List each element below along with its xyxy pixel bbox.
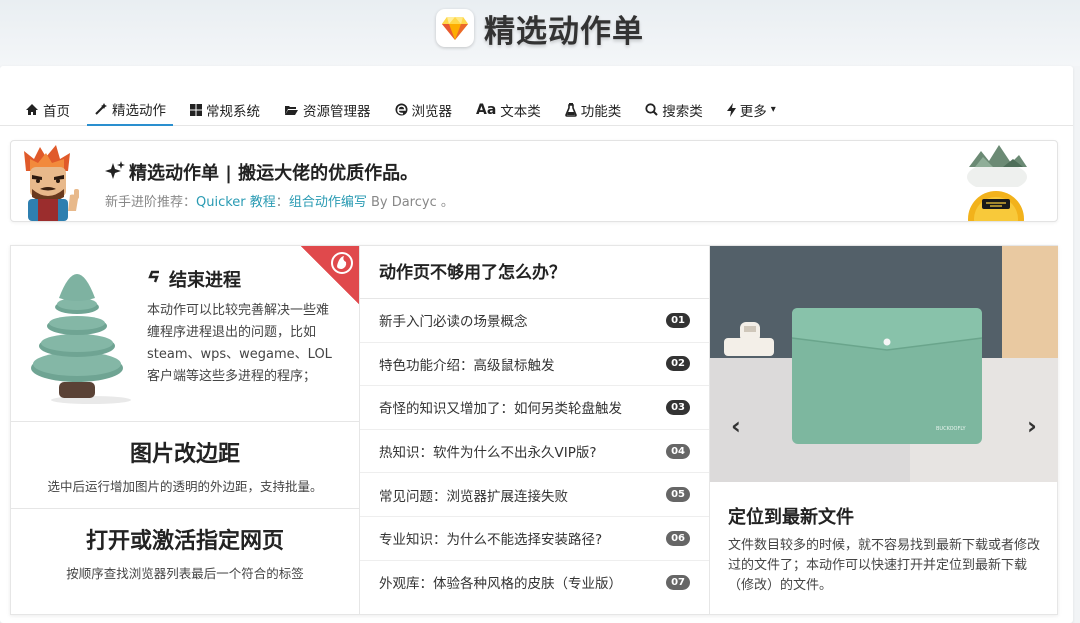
nav-search-label: 搜索类 bbox=[662, 103, 703, 120]
nav-function[interactable]: 功能类 bbox=[558, 94, 629, 125]
nav-system-label: 常规系统 bbox=[206, 103, 260, 120]
nav-more-label: 更多 bbox=[739, 103, 767, 120]
faq-item-number: 01 bbox=[666, 312, 690, 328]
faq-item-number: 03 bbox=[666, 399, 690, 415]
nav-explorer[interactable]: 资源管理器 bbox=[277, 94, 378, 125]
quicker-tutorial-link[interactable]: Quicker 教程 bbox=[196, 195, 276, 210]
faq-title: 动作页不够用了怎么办？ bbox=[360, 246, 709, 299]
envelope-brand-text: BUCKOOFLY bbox=[936, 426, 966, 432]
nav-text[interactable]: Aa 文本类 bbox=[469, 94, 548, 125]
faq-item-label: 常见问题：浏览器扩展连接失败 bbox=[379, 488, 568, 505]
image-padding-title: 图片改边距 bbox=[129, 442, 240, 467]
site-header: 精选动作单 bbox=[0, 6, 1080, 50]
banner-title-text: 精选动作单 | 搬运大佬的优质作品。 bbox=[129, 163, 419, 184]
main-panel: 首页 精选动作 常规系统 资源管理器 浏览器 Aa 文本类 功能类 搜索类 更多… bbox=[0, 66, 1073, 623]
flask-icon bbox=[564, 102, 577, 117]
faq-item[interactable]: 专业知识：为什么不能选择安装路径? 06 bbox=[360, 517, 709, 561]
faq-item-label: 奇怪的知识又增加了：如何另类轮盘触发 bbox=[379, 401, 622, 418]
card-end-process[interactable]: 结束进程 本动作可以比较完善解决一些难缠程序进程退出的问题，比如steam、wp… bbox=[11, 246, 359, 422]
nav-explorer-label: 资源管理器 bbox=[303, 103, 371, 120]
faq-item[interactable]: 热知识：软件为什么不出永久VIP版? 04 bbox=[360, 430, 709, 474]
nav-home[interactable]: 首页 bbox=[18, 94, 77, 125]
card-open-webpage[interactable]: 打开或激活指定网页 按顺序查找浏览器列表最后一个符合的标签 bbox=[11, 509, 359, 614]
faq-item-label: 热知识：软件为什么不出永久VIP版? bbox=[379, 445, 597, 462]
nav-home-label: 首页 bbox=[43, 103, 70, 120]
nav-browser-label: 浏览器 bbox=[411, 103, 453, 120]
nav-browser[interactable]: 浏览器 bbox=[388, 94, 460, 125]
banner-subtitle: 新手进阶推荐：Quicker 教程：组合动作编写 By Darcyc 。 bbox=[105, 191, 454, 210]
folder-open-icon bbox=[284, 104, 299, 116]
faq-item-label: 专业知识：为什么不能选择安装路径? bbox=[379, 532, 603, 549]
featured-cards: 结束进程 本动作可以比较完善解决一些难缠程序进程退出的问题，比如steam、wp… bbox=[10, 245, 1058, 615]
category-nav: 首页 精选动作 常规系统 资源管理器 浏览器 Aa 文本类 功能类 搜索类 更多… bbox=[0, 94, 1073, 126]
carousel-slide-image[interactable]: BUCKOOFLY bbox=[710, 246, 1058, 482]
slide-title: 定位到最新文件 bbox=[728, 507, 854, 528]
nav-system[interactable]: 常规系统 bbox=[183, 94, 267, 125]
nav-featured-actions[interactable]: 精选动作 bbox=[87, 94, 173, 126]
card-image-padding[interactable]: 图片改边距 选中后运行增加图片的透明的外边距，支持批量。 bbox=[11, 422, 359, 509]
tree-illustration bbox=[31, 258, 131, 404]
open-webpage-desc: 按顺序查找浏览器列表最后一个符合的标签 bbox=[66, 566, 304, 581]
nav-function-label: 功能类 bbox=[580, 103, 622, 120]
faq-column: 动作页不够用了怎么办？ 新手入门必读の场景概念 01 特色功能介绍：高级鼠标触发… bbox=[360, 246, 710, 614]
bolt-icon bbox=[726, 102, 736, 117]
scissors-s-icon bbox=[147, 269, 163, 290]
faq-item-number: 06 bbox=[666, 530, 690, 546]
faq-item-label: 特色功能介绍：高级鼠标触发 bbox=[379, 357, 555, 374]
caret-down-icon: ▾ bbox=[770, 104, 776, 115]
nav-more-dropdown[interactable]: 更多 ▾ bbox=[720, 94, 783, 125]
faq-item-number: 05 bbox=[666, 487, 690, 503]
faq-item-number: 07 bbox=[666, 574, 690, 590]
banner-sub-colon: ： bbox=[275, 195, 289, 210]
intro-banner: 精选动作单 | 搬运大佬的优质作品。 新手进阶推荐：Quicker 教程：组合动… bbox=[10, 140, 1058, 222]
windows-icon bbox=[190, 103, 202, 116]
nav-text-label: 文本类 bbox=[500, 103, 541, 120]
banner-sub-suffix: By Darcyc 。 bbox=[366, 195, 454, 210]
compose-action-link[interactable]: 组合动作编写 bbox=[289, 195, 367, 210]
mountain-illustration bbox=[967, 143, 1027, 191]
magic-wand-icon bbox=[94, 102, 108, 116]
avatar-mascot bbox=[16, 145, 86, 221]
nav-search[interactable]: 搜索类 bbox=[638, 94, 710, 125]
left-column: 结束进程 本动作可以比较完善解决一些难缠程序进程退出的问题，比如steam、wp… bbox=[11, 246, 360, 614]
faq-item-number: 02 bbox=[666, 356, 690, 372]
fire-icon bbox=[330, 251, 354, 279]
search-icon bbox=[645, 103, 659, 116]
site-title: 精选动作单 bbox=[484, 13, 644, 50]
image-padding-desc: 选中后运行增加图片的透明的外边距，支持批量。 bbox=[47, 479, 323, 494]
carousel-column: BUCKOOFLY ‹ › 定位到最新文件 文件数目较多的时候，就不容易找到最新… bbox=[710, 246, 1058, 614]
faq-item-label: 新手入门必读の场景概念 bbox=[379, 314, 528, 331]
banner-sub-prefix: 新手进阶推荐： bbox=[105, 195, 197, 210]
faq-item-label: 外观库：体验各种风格的皮肤（专业版） bbox=[379, 576, 622, 593]
edge-icon bbox=[395, 103, 408, 116]
end-process-title-text: 结束进程 bbox=[169, 270, 241, 291]
slide-desc: 文件数目较多的时候，就不容易找到最新下载或者修改过的文件了；本动作可以快速打开并… bbox=[728, 538, 1041, 593]
end-process-title: 结束进程 bbox=[147, 266, 241, 292]
open-webpage-title: 打开或激活指定网页 bbox=[85, 529, 284, 554]
nav-featured-label: 精选动作 bbox=[112, 103, 166, 119]
faq-item[interactable]: 常见问题：浏览器扩展连接失败 05 bbox=[360, 473, 709, 517]
chevron-right-icon[interactable]: › bbox=[1022, 412, 1042, 440]
sketch-diamond-icon bbox=[436, 9, 474, 47]
faq-item[interactable]: 特色功能介绍：高级鼠标触发 02 bbox=[360, 343, 709, 387]
sparkles-icon bbox=[105, 160, 125, 184]
end-process-desc: 本动作可以比较完善解决一些难缠程序进程退出的问题，比如steam、wps、weg… bbox=[147, 303, 332, 384]
faq-item-number: 04 bbox=[666, 443, 690, 459]
faq-item[interactable]: 奇怪的知识又增加了：如何另类轮盘触发 03 bbox=[360, 386, 709, 430]
faq-item[interactable]: 新手入门必读の场景概念 01 bbox=[360, 299, 709, 343]
home-icon bbox=[25, 103, 39, 116]
trick-or-treat-badge bbox=[968, 191, 1024, 221]
faq-item[interactable]: 外观库：体验各种风格的皮肤（专业版） 07 bbox=[360, 561, 709, 605]
chevron-left-icon[interactable]: ‹ bbox=[726, 412, 746, 440]
banner-title: 精选动作单 | 搬运大佬的优质作品。 bbox=[105, 159, 418, 185]
text-aa-icon: Aa bbox=[476, 101, 497, 118]
